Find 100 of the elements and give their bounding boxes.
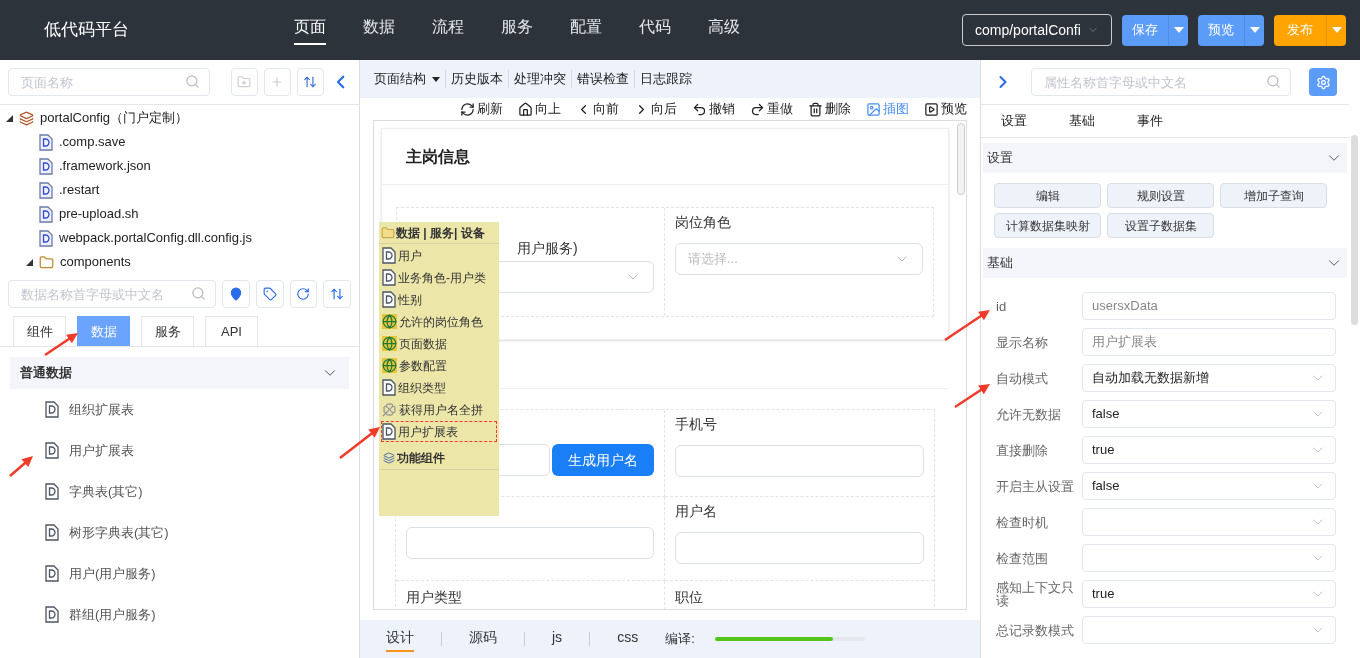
tab[interactable]: 组件	[13, 316, 66, 346]
tree-item-label[interactable]: .comp.save	[59, 132, 126, 152]
scrollbar-thumb[interactable]	[957, 123, 965, 195]
tab[interactable]: API	[205, 316, 258, 346]
toolbar-button[interactable]: 向上	[518, 99, 561, 119]
tab[interactable]: 设计	[386, 626, 414, 652]
menu-item[interactable]: 历史版本	[451, 69, 503, 89]
select-field[interactable]: 自动加载无数据新增	[1082, 364, 1336, 392]
search-field[interactable]: 页面名称	[8, 68, 211, 96]
tab[interactable]: 事件	[1137, 111, 1163, 131]
refresh-button[interactable]	[289, 280, 318, 308]
nav-tab[interactable]: 数据	[363, 15, 395, 45]
dropdown-toggle[interactable]	[1326, 14, 1346, 46]
clover-icon	[382, 402, 397, 417]
tree-item-label[interactable]: .restart	[59, 180, 100, 200]
nav-tab[interactable]: 服务	[501, 15, 533, 45]
select-field[interactable]: false	[1082, 472, 1336, 500]
sort-button[interactable]	[323, 280, 351, 308]
menu-item[interactable]: 错误检查	[577, 69, 629, 89]
document-icon	[382, 379, 396, 396]
nav-tab[interactable]: 流程	[432, 15, 464, 45]
popup-item[interactable]: 参数配置	[381, 355, 497, 376]
tag-button[interactable]	[255, 280, 284, 308]
action-button[interactable]: 规则设置	[1107, 183, 1214, 208]
popup-item[interactable]: 页面数据	[381, 333, 497, 354]
data-list-item[interactable]: 树形字典表(其它)	[69, 522, 169, 543]
popup-item[interactable]: 获得用户名全拼	[381, 399, 497, 420]
toolbar-button[interactable]: 向前	[576, 99, 619, 119]
tab[interactable]: 基础	[1069, 111, 1095, 131]
nav-tab[interactable]: 代码	[639, 15, 671, 45]
dropdown-toggle[interactable]	[1168, 14, 1188, 46]
search-field[interactable]: 属性名称首字母或中文名	[1031, 68, 1291, 96]
action-button[interactable]: 设置子数据集	[1107, 213, 1214, 238]
expanded-triangle-icon[interactable]	[6, 114, 13, 122]
toolbar-button[interactable]: 删除	[808, 99, 851, 119]
tree-item-label[interactable]: pre-upload.sh	[59, 204, 139, 224]
toolbar-button[interactable]: 预览	[924, 99, 967, 119]
popup-item[interactable]: 允许的岗位角色	[381, 311, 497, 332]
popup-item[interactable]: 用户	[381, 245, 497, 266]
tab[interactable]: 服务	[141, 316, 194, 346]
data-list-item[interactable]: 群组(用户服务)	[69, 604, 156, 625]
input-field[interactable]	[675, 445, 924, 477]
toolbar-button[interactable]: 撤销	[692, 99, 735, 119]
dropdown-toggle[interactable]	[1244, 14, 1264, 46]
select-field[interactable]: true	[1082, 436, 1336, 464]
toolbar-button[interactable]: 重做	[750, 99, 793, 119]
select-field[interactable]	[1082, 508, 1336, 536]
data-list-item[interactable]: 用户扩展表	[69, 440, 134, 461]
data-list-item[interactable]: 用户(用户服务)	[69, 563, 156, 584]
input-field[interactable]	[675, 532, 924, 564]
tree-item-label[interactable]: webpack.portalConfig.dll.config.js	[59, 228, 252, 248]
tab[interactable]: css	[617, 626, 639, 652]
caret-icon	[1173, 27, 1184, 33]
toolbar-button[interactable]: 向后	[634, 99, 677, 119]
popup-item[interactable]: 业务角色-用户类	[381, 267, 497, 288]
expanded-triangle-icon[interactable]	[26, 258, 33, 266]
nav-tab[interactable]: 页面	[294, 15, 326, 45]
popup-group-title: 功能组件	[397, 449, 445, 467]
action-button[interactable]: 增加子查询	[1220, 183, 1327, 208]
tab[interactable]: 源码	[469, 626, 497, 652]
input-field[interactable]	[406, 527, 654, 559]
popup-item[interactable]: 用户扩展表	[381, 421, 497, 442]
menu-item[interactable]: 页面结构	[374, 69, 426, 89]
input-field[interactable]: 用户扩展表	[1082, 328, 1336, 356]
pin-button[interactable]	[222, 280, 250, 308]
data-list-item[interactable]: 组织扩展表	[69, 399, 134, 420]
undo-icon	[692, 101, 707, 117]
select-field[interactable]	[1082, 544, 1336, 572]
section-header[interactable]: 基础	[983, 248, 1347, 278]
menu-item[interactable]: 处理冲突	[514, 69, 566, 89]
action-button[interactable]: 计算数据集映射	[994, 213, 1101, 238]
input-field[interactable]: usersxData	[1082, 292, 1336, 320]
search-field[interactable]: 数据名称首字母或中文名	[8, 280, 216, 308]
path-select[interactable]: comp/portalConfi	[962, 14, 1112, 46]
section-header[interactable]: 设置	[983, 143, 1347, 173]
tree-item-label[interactable]: .framework.json	[59, 156, 151, 176]
select-field[interactable]	[1082, 616, 1336, 644]
popup-item[interactable]: 组织类型	[381, 377, 497, 398]
data-list-item[interactable]: 字典表(其它)	[69, 481, 143, 502]
nav-tab[interactable]: 配置	[570, 15, 602, 45]
popup-item[interactable]: 性别	[381, 289, 497, 310]
globe-icon	[382, 336, 397, 351]
sort-button[interactable]	[296, 68, 324, 96]
section-header[interactable]: 普通数据	[10, 357, 349, 389]
trash-icon	[808, 101, 823, 117]
generate-username-button[interactable]: 生成用户名	[552, 444, 654, 476]
tree-item-label[interactable]: components	[60, 252, 131, 272]
tab[interactable]: 设置	[1001, 111, 1027, 131]
select-field[interactable]: false	[1082, 400, 1336, 428]
new-folder-button[interactable]	[230, 68, 258, 96]
tab[interactable]: js	[552, 626, 563, 652]
nav-tab[interactable]: 高级	[708, 15, 740, 45]
scrollbar-thumb[interactable]	[1351, 135, 1358, 325]
settings-button[interactable]	[1309, 68, 1337, 96]
toolbar-button[interactable]: 刷新	[460, 99, 503, 119]
menu-item[interactable]: 日志跟踪	[640, 69, 692, 89]
action-button[interactable]: 编辑	[994, 183, 1101, 208]
tree-item-label[interactable]: portalConfig（门户定制）	[40, 108, 189, 128]
caret-icon	[1249, 27, 1260, 33]
select-field[interactable]: true	[1082, 580, 1336, 608]
